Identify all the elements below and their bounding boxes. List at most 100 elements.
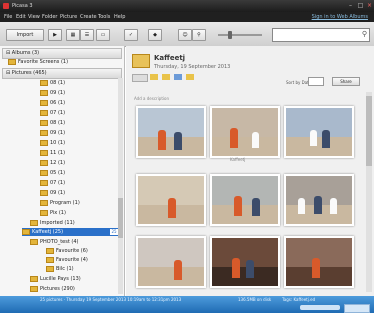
folder-icon: [30, 219, 38, 226]
tree-item[interactable]: 05 (1): [40, 169, 65, 177]
edit-icon[interactable]: [162, 74, 170, 80]
photo-floor: [212, 266, 278, 286]
content-scrollbar[interactable]: [366, 92, 372, 292]
menu-tools[interactable]: Tools: [98, 14, 110, 20]
tree-item[interactable]: 08 (1): [40, 79, 65, 87]
folder-icon: [40, 199, 48, 206]
import-button[interactable]: Import: [6, 29, 44, 41]
photo-thumbnail[interactable]: [210, 106, 280, 158]
app-icon: [3, 3, 9, 9]
favorites-item[interactable]: Favorite Screens (1): [8, 58, 68, 66]
menu-folder[interactable]: Folder: [42, 14, 57, 20]
photo-figure: [310, 130, 317, 146]
search-input[interactable]: ⚲: [272, 28, 370, 42]
folder-view: Kaffeetj Thursday, 19 September 2013 Sor…: [126, 46, 374, 296]
menu-file[interactable]: File: [4, 14, 12, 20]
timeline-button[interactable]: ▭: [96, 29, 110, 41]
menu-picture[interactable]: Picture: [60, 14, 77, 20]
tree-label: Pictures (290): [40, 286, 75, 292]
tree-item[interactable]: 12 (1): [40, 159, 65, 167]
star-filter-button[interactable]: ✓: [124, 29, 138, 41]
favorites-label: Favorite Screens (1): [18, 59, 69, 65]
check-icon: ✓: [128, 32, 134, 38]
folders-header[interactable]: ⊟ Pictures (465): [2, 68, 122, 79]
tree-item[interactable]: 11 (1): [40, 149, 65, 157]
tree-item-selected[interactable]: Kaffeetj (25) 25: [22, 228, 120, 236]
scrollbar[interactable]: [118, 78, 123, 294]
import-label: Import: [16, 32, 34, 38]
tree-item[interactable]: 10 (1): [40, 139, 65, 147]
photo-thumbnail[interactable]: [284, 106, 354, 158]
folder-icon: [40, 169, 48, 176]
tree-item[interactable]: Pictures (290): [30, 285, 75, 293]
photo-thumbnail[interactable]: [136, 106, 206, 158]
photo-thumbnail[interactable]: [136, 236, 206, 288]
photo-floor: [212, 204, 278, 224]
menu-edit[interactable]: Edit: [16, 14, 26, 20]
sign-in-link[interactable]: Sign in to Web Albums: [312, 14, 368, 20]
view-toggle[interactable]: [344, 304, 370, 313]
view-list-button[interactable]: ☰: [80, 29, 94, 41]
view-thumbs-button[interactable]: ▦: [66, 29, 80, 41]
photo-thumbnail[interactable]: [136, 174, 206, 226]
title-bar: Picasa 3 – □ ×: [0, 0, 374, 12]
photo-figure: [298, 198, 305, 214]
tree-label: 10 (1): [50, 140, 66, 146]
tree-item[interactable]: Imported (11): [30, 219, 75, 227]
tree-item[interactable]: 08 (1): [40, 119, 65, 127]
share-label: Share: [340, 79, 352, 84]
tree-label: Kaffeetj (25): [32, 229, 64, 235]
person-icon: ☺: [182, 32, 188, 38]
photo-thumbnail[interactable]: [210, 174, 280, 226]
scrollbar-thumb[interactable]: [118, 198, 123, 238]
tree-item[interactable]: 06 (1): [40, 99, 65, 107]
tree-item[interactable]: Pix (1): [40, 209, 66, 217]
tree-item[interactable]: 09 (1): [40, 129, 65, 137]
tree-item[interactable]: 07 (1): [40, 109, 65, 117]
info-icon[interactable]: [174, 74, 182, 80]
play-folder-button[interactable]: [132, 74, 148, 82]
tree-item[interactable]: PHOTO_test (4): [30, 238, 78, 246]
share-icon[interactable]: [186, 74, 194, 80]
filter-button[interactable]: ◆: [148, 29, 162, 41]
photo-floor: [138, 266, 204, 286]
filter-slider-track[interactable]: [218, 34, 262, 36]
status-summary: 25 pictures · Thursday 19 September 2013…: [40, 297, 182, 302]
minimize-icon[interactable]: –: [346, 2, 355, 9]
folder-icon: [40, 159, 48, 166]
zoom-slider[interactable]: [300, 305, 340, 310]
tree-item[interactable]: Program (1): [40, 199, 80, 207]
photo-thumbnail[interactable]: [210, 236, 280, 288]
maximize-icon[interactable]: □: [356, 2, 365, 9]
upload-badge[interactable]: 25: [110, 229, 118, 235]
geo-filter-button[interactable]: ⚲: [192, 29, 206, 41]
menu-create[interactable]: Create: [80, 14, 97, 20]
photo-figure: [246, 260, 254, 278]
people-filter-button[interactable]: ☺: [178, 29, 192, 41]
photo-thumbnail[interactable]: [284, 236, 354, 288]
tree-item[interactable]: Favourite (6): [46, 247, 88, 255]
close-icon[interactable]: ×: [365, 2, 374, 9]
add-description[interactable]: Add a description: [134, 96, 169, 101]
menu-view[interactable]: View: [28, 14, 40, 20]
tree-item[interactable]: Favourite (4): [46, 256, 88, 264]
folder-icon: [40, 129, 48, 136]
tree-item[interactable]: Bilc (1): [46, 265, 74, 273]
tree-label: 07 (1): [50, 110, 66, 116]
sort-dropdown[interactable]: [308, 77, 324, 86]
tree-label: 08 (1): [50, 120, 66, 126]
tree-item[interactable]: 09 (1): [40, 89, 65, 97]
photo-figure: [158, 130, 166, 150]
tree-item[interactable]: 09 (1): [40, 189, 65, 197]
filter-slider-knob[interactable]: [228, 31, 232, 39]
folder-title[interactable]: Kaffeetj: [154, 54, 185, 62]
filter-icon: ◆: [153, 32, 157, 38]
menu-help[interactable]: Help: [114, 14, 125, 20]
share-button[interactable]: Share: [332, 77, 360, 86]
tree-item[interactable]: Lucille Pays (13): [30, 275, 81, 283]
slideshow-button[interactable]: ▶: [48, 29, 62, 41]
upload-icon[interactable]: [150, 74, 158, 80]
tree-item[interactable]: 07 (1): [40, 179, 65, 187]
scrollbar-thumb[interactable]: [366, 96, 372, 166]
photo-thumbnail[interactable]: [284, 174, 354, 226]
